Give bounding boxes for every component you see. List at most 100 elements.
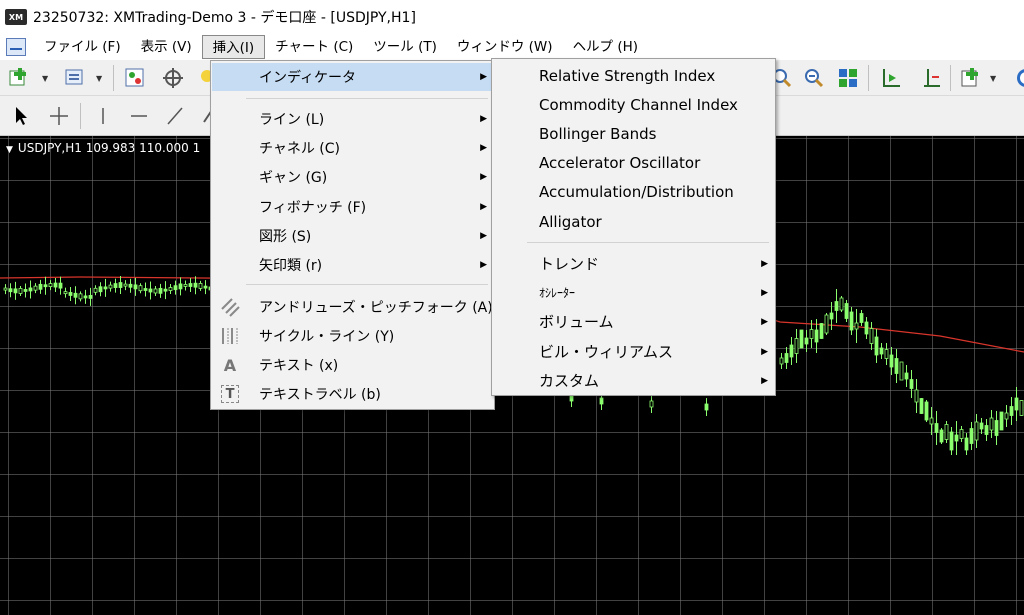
menu-chart[interactable]: チャート (C): [265, 35, 363, 59]
submenu-item-alligator[interactable]: Alligator: [493, 207, 774, 236]
menu-insert[interactable]: 挿入(I): [201, 35, 266, 59]
submenu-item-label: ボリューム: [539, 313, 614, 331]
candlestick: [68, 286, 73, 301]
candlestick: [1009, 397, 1014, 425]
tile-windows-icon[interactable]: [835, 65, 861, 91]
submenu-item-bill-williams[interactable]: ビル・ウィリアムス ▶: [493, 337, 774, 366]
menu-window[interactable]: ウィンドウ (W): [447, 35, 563, 59]
horizontal-line-icon[interactable]: [126, 103, 152, 129]
menu-separator: [527, 242, 769, 243]
submenu-item-label: ビル・ウィリアムス: [539, 343, 673, 361]
candlestick: [844, 300, 849, 322]
trend-line-icon[interactable]: [162, 103, 188, 129]
submenu-item-bollinger[interactable]: Bollinger Bands: [493, 119, 774, 148]
candlestick: [178, 277, 183, 296]
menu-item-label: フィボナッチ (F): [259, 200, 367, 216]
menu-item-label: ギャン (G): [259, 170, 328, 186]
toolbar-separator: [950, 65, 951, 91]
candlestick: [83, 289, 88, 304]
submenu-item-custom[interactable]: カスタム ▶: [493, 366, 774, 395]
toolbar-separator: [868, 65, 869, 91]
indicators-list-icon[interactable]: [958, 65, 984, 91]
new-chart-icon[interactable]: [6, 65, 32, 91]
zoom-out-icon[interactable]: [801, 65, 827, 91]
candlestick: [8, 283, 13, 298]
chart-shift-icon[interactable]: [878, 65, 904, 91]
market-watch-icon[interactable]: [122, 65, 148, 91]
menu-item-cycle-lines[interactable]: サイクル・ライン (Y): [212, 322, 493, 350]
candlestick: [994, 411, 999, 445]
menu-file[interactable]: ファイル (F): [34, 35, 131, 59]
submenu-item-accumulation[interactable]: Accumulation/Distribution: [493, 177, 774, 206]
menu-tools[interactable]: ツール (T): [363, 35, 447, 59]
symbol-price-text: USDJPY,H1 109.983 110.000 1: [17, 141, 201, 155]
menu-view[interactable]: 表示 (V): [131, 35, 202, 59]
candlestick: [909, 370, 914, 398]
candlestick: [899, 361, 904, 381]
candlestick: [158, 283, 163, 298]
submenu-item-volumes[interactable]: ボリューム ▶: [493, 307, 774, 336]
candlestick: [969, 422, 974, 450]
candlestick: [188, 278, 193, 293]
chevron-down-icon[interactable]: ▼: [96, 74, 102, 83]
candlestick: [784, 347, 789, 369]
candlestick: [919, 398, 924, 414]
candlestick: [889, 347, 894, 375]
chart-window-icon[interactable]: [6, 38, 26, 56]
submenu-item-label: カスタム: [539, 372, 600, 390]
menu-item-gann[interactable]: ギャン (G) ▶: [212, 163, 493, 191]
submenu-item-label: トレンド: [539, 255, 600, 273]
candlestick: [163, 281, 168, 300]
candlestick: [849, 307, 854, 335]
menu-item-label: 図形 (S): [259, 229, 312, 245]
chevron-down-icon[interactable]: ▼: [990, 74, 996, 83]
vertical-line-icon[interactable]: [90, 103, 116, 129]
candlestick: [944, 421, 949, 443]
menu-item-fibonacci[interactable]: フィボナッチ (F) ▶: [212, 193, 493, 221]
submenu-item-oscillators[interactable]: ｵｼﾚｰﾀｰ ▶: [493, 278, 774, 307]
submenu-item-label: Relative Strength Index: [539, 66, 716, 85]
menu-item-shapes[interactable]: 図形 (S) ▶: [212, 222, 493, 250]
candlestick: [198, 280, 203, 291]
menu-item-channel[interactable]: チャネル (C) ▶: [212, 134, 493, 162]
menu-help[interactable]: ヘルプ (H): [563, 35, 648, 59]
chevron-right-icon: ▶: [761, 375, 768, 386]
candlestick: [854, 309, 859, 343]
cursor-arrow-icon[interactable]: [8, 103, 34, 129]
text-label-icon: T: [221, 385, 239, 403]
menu-item-text[interactable]: A テキスト (x): [212, 351, 493, 379]
candlestick: [3, 284, 8, 295]
auto-scroll-icon[interactable]: [918, 65, 944, 91]
candlestick: [869, 322, 874, 350]
submenu-item-trend[interactable]: トレンド ▶: [493, 249, 774, 278]
menu-item-line[interactable]: ライン (L) ▶: [212, 105, 493, 133]
menu-item-indicators[interactable]: インディケータ ▶: [212, 63, 493, 91]
menu-item-text-label[interactable]: T テキストラベル (b): [212, 380, 493, 408]
chevron-down-icon[interactable]: ▼: [42, 74, 48, 83]
chevron-down-icon[interactable]: ▼: [6, 145, 13, 155]
candlestick: [989, 410, 994, 438]
candlestick: [33, 283, 38, 294]
insert-menu: インディケータ ▶ ライン (L) ▶ チャネル (C) ▶ ギャン (G) ▶…: [210, 60, 495, 410]
candlestick: [78, 291, 83, 302]
chevron-right-icon: ▶: [480, 143, 487, 153]
candlestick: [934, 411, 939, 445]
globe-icon[interactable]: [1008, 65, 1024, 91]
submenu-item-label: ｵｼﾚｰﾀｰ: [539, 286, 576, 300]
crosshair-target-icon[interactable]: [160, 65, 186, 91]
candlestick: [98, 282, 103, 297]
crosshair-icon[interactable]: [46, 103, 72, 129]
submenu-item-label: Accelerator Oscillator: [539, 153, 701, 172]
chevron-right-icon: ▶: [761, 346, 768, 357]
submenu-item-cci[interactable]: Commodity Channel Index: [493, 90, 774, 119]
profiles-icon[interactable]: [62, 65, 88, 91]
candlestick: [964, 433, 969, 455]
menu-separator: [246, 284, 488, 285]
submenu-item-accelerator[interactable]: Accelerator Oscillator: [493, 148, 774, 177]
candlestick: [48, 280, 53, 291]
menu-item-arrows[interactable]: 矢印類 (r) ▶: [212, 251, 493, 279]
submenu-item-rsi[interactable]: Relative Strength Index: [493, 61, 774, 90]
menu-item-andrews-pitchfork[interactable]: アンドリューズ・ピッチフォーク (A): [212, 293, 493, 321]
candlestick: [1019, 400, 1024, 416]
menu-item-label: テキストラベル (b): [259, 387, 381, 403]
